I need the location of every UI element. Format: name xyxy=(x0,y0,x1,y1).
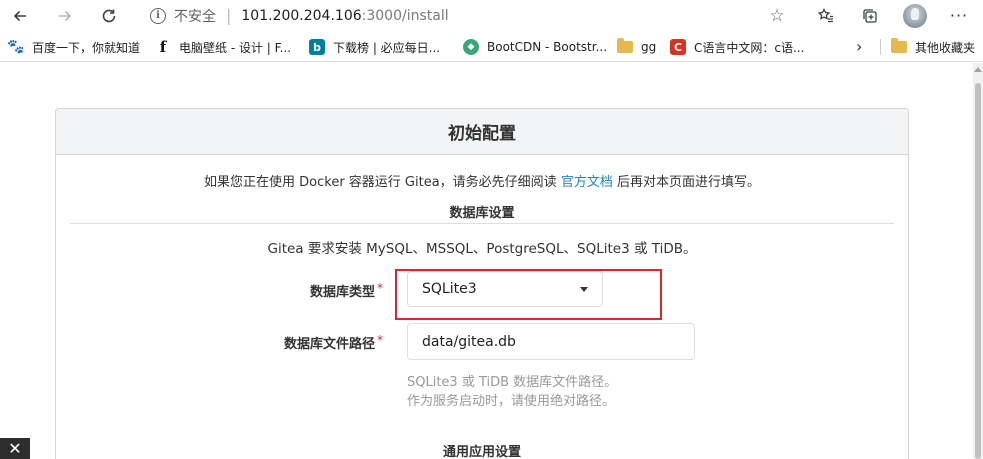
arrow-left-icon xyxy=(13,10,26,21)
bookmark-item[interactable]: 🐾 百度一下，你就知道 xyxy=(7,38,141,56)
db-path-help-line-2: 作为服务启动时，请使用绝对路径。 xyxy=(407,394,616,409)
db-section-title: 数据库设置 xyxy=(70,202,894,224)
address-separator: | xyxy=(226,6,232,25)
favorite-star-icon[interactable]: ☆ xyxy=(766,5,788,27)
bookmarks-bar: 🐾 百度一下，你就知道 f 电脑壁纸 - 设计 | F... b 下载榜 | 必… xyxy=(0,31,983,62)
reload-icon xyxy=(102,9,116,22)
db-type-label: 数据库类型 * xyxy=(83,281,383,300)
back-button[interactable] xyxy=(5,0,35,31)
bookmark-label: 百度一下，你就知道 xyxy=(32,40,141,55)
arrow-right-icon xyxy=(59,10,72,21)
browser-toolbar: i 不安全 | 101.200.204.106:3000/install ☆ ·… xyxy=(0,0,983,31)
general-section-title: 通用应用设置 xyxy=(442,445,521,459)
security-label: 不安全 xyxy=(174,8,216,25)
other-bookmarks-label: 其他收藏夹 xyxy=(915,40,976,55)
db-path-help-line-1: SQLite3 或 TiDB 数据库文件路径。 xyxy=(407,375,618,390)
reload-button[interactable] xyxy=(94,0,124,31)
required-mark: * xyxy=(377,281,383,295)
bookmark-label: C语言中文网：c语... xyxy=(694,40,805,55)
bookmark-folder[interactable]: gg xyxy=(617,38,656,56)
docs-link[interactable]: 官方文档 xyxy=(561,175,613,190)
bookmark-item[interactable]: C C语言中文网：c语... xyxy=(670,38,804,56)
favorites-button[interactable] xyxy=(811,0,841,31)
favorites-list-icon xyxy=(817,7,833,22)
page-title: 初始配置 xyxy=(56,109,908,155)
bookmark-label: gg xyxy=(641,40,657,54)
more-menu-button[interactable]: ··· xyxy=(944,0,974,31)
profile-button[interactable] xyxy=(900,0,930,31)
db-type-label-text: 数据库类型 xyxy=(309,285,375,300)
db-path-value: data/gitea.db xyxy=(422,333,516,350)
bookmark-label: 下载榜 | 必应每日... xyxy=(333,40,441,55)
notice-text: 如果您正在使用 Docker 容器运行 Gitea，请务必先仔细阅读 xyxy=(204,175,561,190)
db-path-label: 数据库文件路径 * xyxy=(83,333,383,352)
paw-icon: 🐾 xyxy=(7,39,25,55)
scrollbar-thumb[interactable] xyxy=(975,83,981,459)
more-dots-icon: ··· xyxy=(949,6,969,25)
bookmark-label: BootCDN - Bootstr... xyxy=(487,40,608,54)
info-icon[interactable]: i xyxy=(150,7,166,24)
docker-notice: 如果您正在使用 Docker 容器运行 Gitea，请务必先仔细阅读 官方文档 … xyxy=(56,171,908,190)
url-host: 101.200.204.106 xyxy=(241,7,362,24)
bookmark-label: 电脑壁纸 - 设计 | F... xyxy=(179,40,292,55)
bookmark-item[interactable]: ◆ BootCDN - Bootstr... xyxy=(463,38,607,56)
bootcdn-icon: ◆ xyxy=(463,39,479,55)
vertical-scrollbar[interactable] xyxy=(973,63,983,459)
install-form-card: 初始配置 如果您正在使用 Docker 容器运行 Gitea，请务必先仔细阅读 … xyxy=(55,108,909,459)
collections-icon xyxy=(863,8,877,23)
collections-button[interactable] xyxy=(855,0,885,31)
notice-text-tail: 后再对本页面进行填写。 xyxy=(612,175,760,190)
forward-button[interactable] xyxy=(50,0,80,31)
avatar xyxy=(903,3,927,28)
bookmark-item[interactable]: b 下载榜 | 必应每日... xyxy=(309,38,440,56)
other-bookmarks-folder[interactable]: 其他收藏夹 xyxy=(891,38,975,56)
db-path-input[interactable]: data/gitea.db xyxy=(407,323,695,360)
db-requirements: Gitea 要求安装 MySQL、MSSQL、PostgreSQL、SQLite… xyxy=(267,241,697,257)
bookmark-item[interactable]: f 电脑壁纸 - 设计 | F... xyxy=(155,38,291,56)
folder-icon xyxy=(617,38,633,53)
url-path: :3000/install xyxy=(361,7,449,24)
scroll-up-arrow-icon[interactable] xyxy=(974,67,982,72)
folder-icon xyxy=(891,38,907,53)
bing-icon: b xyxy=(309,39,325,55)
required-mark: * xyxy=(377,333,383,347)
red-highlight-box xyxy=(395,269,662,320)
close-icon[interactable]: ✕ xyxy=(0,438,30,459)
db-path-label-text: 数据库文件路径 xyxy=(283,337,375,352)
bookmarks-divider xyxy=(880,39,881,55)
c-logo-icon: C xyxy=(670,39,686,55)
f-logo-icon: f xyxy=(159,38,167,56)
page-viewport: 初始配置 如果您正在使用 Docker 容器运行 Gitea，请务必先仔细阅读 … xyxy=(0,63,973,459)
address-bar[interactable]: i 不安全 | 101.200.204.106:3000/install xyxy=(143,4,803,27)
chevron-right-icon[interactable]: › xyxy=(856,37,862,56)
